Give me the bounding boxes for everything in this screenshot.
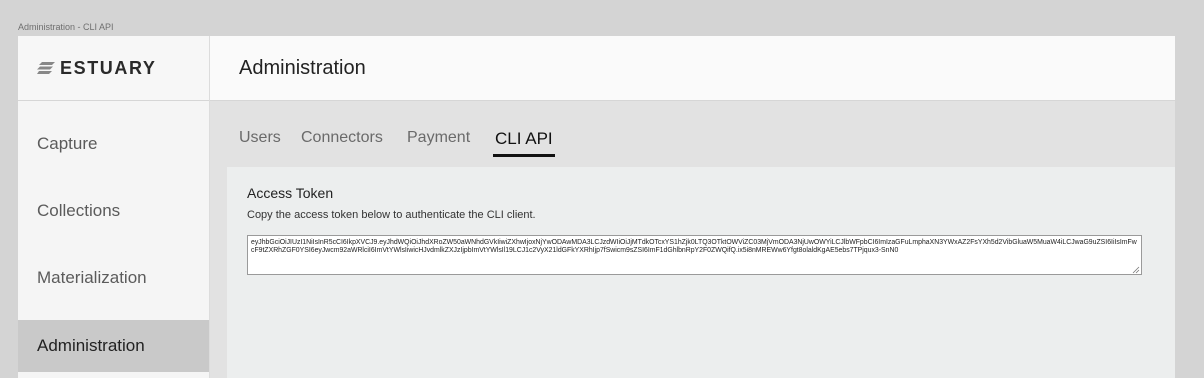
page-title: Administration: [239, 56, 366, 79]
access-token-title: Access Token: [247, 185, 334, 201]
sidebar-item-label: Capture: [37, 134, 98, 153]
tab-label: Connectors: [301, 129, 383, 146]
sidebar-item-capture[interactable]: Capture: [18, 118, 209, 170]
app-window: ESTUARY Capture Collections Materializat…: [18, 36, 1175, 378]
tab-payment[interactable]: Payment: [407, 129, 470, 147]
active-tab-indicator: [493, 154, 555, 157]
resize-handle-icon[interactable]: [1132, 266, 1140, 274]
sidebar: ESTUARY Capture Collections Materializat…: [18, 36, 210, 378]
brand-logo[interactable]: ESTUARY: [18, 36, 209, 101]
sidebar-item-materialization[interactable]: Materialization: [18, 252, 209, 304]
sidebar-item-label: Collections: [37, 201, 121, 220]
main-content: Users Connectors Payment CLI API Access …: [210, 101, 1175, 378]
page-header: Administration: [210, 36, 1175, 101]
tab-connectors[interactable]: Connectors: [301, 129, 383, 147]
sidebar-item-label: Administration: [37, 336, 145, 355]
tab-users[interactable]: Users: [239, 129, 281, 147]
tab-label: Payment: [407, 129, 471, 146]
sidebar-item-label: Materialization: [37, 268, 147, 287]
tab-label: CLI API: [495, 129, 553, 148]
brand-name: ESTUARY: [60, 57, 157, 78]
tab-label: Users: [239, 129, 281, 146]
access-token-panel: Access Token Copy the access token below…: [227, 167, 1175, 378]
access-token-description: Copy the access token below to authentic…: [247, 209, 536, 221]
tab-cli-api[interactable]: CLI API: [493, 129, 555, 157]
window-title: Administration - CLI API: [18, 22, 114, 32]
sidebar-item-administration[interactable]: Administration: [18, 320, 209, 372]
sidebar-item-collections[interactable]: Collections: [18, 185, 209, 237]
estuary-logo-icon: [37, 62, 55, 74]
access-token-field[interactable]: eyJhbGciOiJIUzI1NiIsInR5cCI6IkpXVCJ9.eyJ…: [247, 235, 1142, 275]
